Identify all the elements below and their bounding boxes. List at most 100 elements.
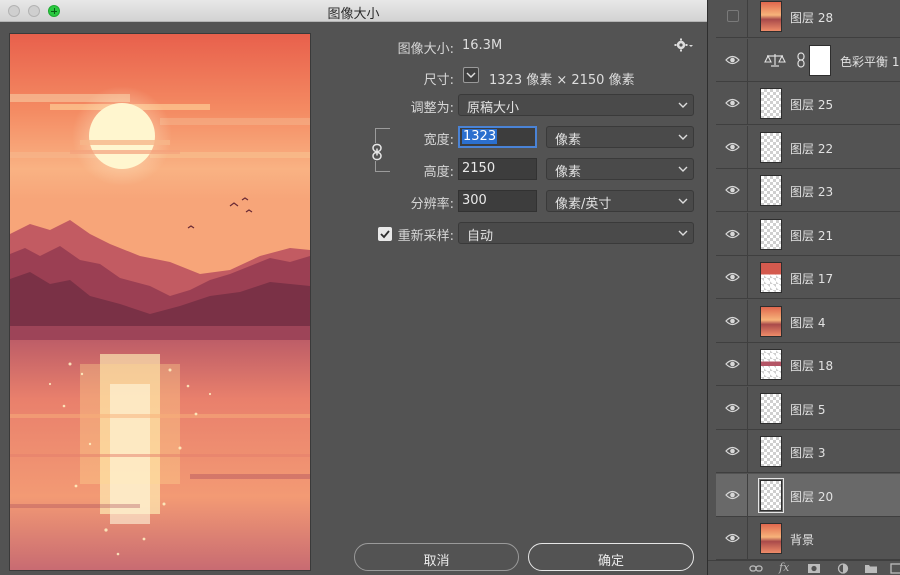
group-folder-icon[interactable] xyxy=(864,563,878,574)
layer-name: 图层 18 xyxy=(790,359,834,373)
ok-button[interactable]: 确定 xyxy=(528,543,694,571)
adjustment-layer-icon[interactable] xyxy=(836,563,850,574)
layer-row[interactable]: 图层 25 xyxy=(716,82,900,125)
new-layer-icon[interactable] xyxy=(890,563,900,574)
layer-thumbnail[interactable] xyxy=(760,131,782,163)
layer-row[interactable]: 图层 4 xyxy=(716,299,900,343)
layer-row[interactable]: 图层 17 xyxy=(716,256,900,299)
visibility-toggle[interactable] xyxy=(716,517,748,560)
image-size-dialog: 图像大小 图像大小: 16.3M 尺寸: 1323 像素 × 2150 像素 调… xyxy=(0,0,707,575)
layer-row[interactable]: 图层 22 xyxy=(716,125,900,169)
visibility-toggle[interactable] xyxy=(716,169,748,212)
height-label: 高度: xyxy=(423,165,454,180)
visibility-toggle[interactable] xyxy=(716,473,748,517)
eye-icon xyxy=(725,533,740,543)
layer-row[interactable]: 图层 23 xyxy=(716,169,900,212)
link-layers-icon[interactable] xyxy=(749,563,763,574)
fit-to-label: 调整为: xyxy=(410,101,454,116)
image-size-value: 16.3M xyxy=(462,38,503,53)
resolution-label: 分辨率: xyxy=(410,197,454,212)
resample-label[interactable]: 重新采样: xyxy=(394,225,454,244)
cancel-button[interactable]: 取消 xyxy=(354,543,519,571)
width-unit-select[interactable]: 像素 xyxy=(546,126,694,148)
chevron-down-icon xyxy=(678,102,688,108)
visibility-toggle[interactable] xyxy=(716,386,748,430)
layer-thumbnail[interactable] xyxy=(760,349,782,380)
layer-mask-thumbnail[interactable] xyxy=(809,44,831,76)
visibility-toggle[interactable] xyxy=(716,343,748,386)
layer-thumbnail[interactable] xyxy=(760,436,782,467)
fx-icon[interactable]: fx xyxy=(779,561,793,574)
fit-to-select[interactable]: 原稿大小 xyxy=(458,94,694,116)
gear-icon[interactable] xyxy=(673,37,693,53)
eye-icon xyxy=(725,98,740,108)
layer-thumbnail[interactable] xyxy=(760,305,782,337)
visibility-toggle[interactable] xyxy=(716,430,748,473)
layer-name: 背景 xyxy=(790,533,815,547)
resolution-unit-select[interactable]: 像素/英寸 xyxy=(546,190,694,212)
dimensions-label: 尺寸: xyxy=(423,73,454,88)
mask-link-icon[interactable] xyxy=(796,51,806,68)
visibility-toggle[interactable] xyxy=(716,256,748,299)
checkmark-icon xyxy=(380,230,390,239)
width-value: 1323 xyxy=(462,129,498,144)
layer-row[interactable]: 图层 3 xyxy=(716,430,900,473)
eye-icon xyxy=(725,229,740,238)
eye-icon xyxy=(725,185,740,195)
layer-name: 图层 25 xyxy=(790,98,834,112)
layer-name: 图层 23 xyxy=(790,185,834,199)
layer-thumbnail[interactable] xyxy=(760,175,782,206)
layer-name: 图层 22 xyxy=(790,141,834,156)
layer-thumbnail[interactable] xyxy=(760,392,782,424)
window-title: 图像大小 xyxy=(327,7,380,22)
layer-row[interactable]: 图层 28 xyxy=(716,0,900,38)
resolution-value: 300 xyxy=(462,193,487,208)
resolution-input[interactable]: 300 xyxy=(458,190,537,212)
visibility-toggle[interactable] xyxy=(716,0,748,38)
layer-row[interactable]: 图层 20 xyxy=(716,473,900,517)
chevron-down-icon xyxy=(678,198,688,204)
chevron-down-icon xyxy=(678,230,688,236)
layer-name: 图层 28 xyxy=(790,11,834,25)
dimensions-dropdown-toggle[interactable] xyxy=(463,67,479,83)
layer-thumbnail[interactable] xyxy=(760,1,782,32)
width-unit-value: 像素 xyxy=(555,133,582,148)
layer-thumbnail[interactable] xyxy=(760,218,782,250)
eye-icon xyxy=(725,359,740,369)
width-label: 宽度: xyxy=(423,133,454,148)
height-input[interactable]: 2150 xyxy=(458,158,537,180)
resample-checkbox[interactable] xyxy=(378,227,392,241)
visibility-toggle[interactable] xyxy=(716,38,748,82)
visibility-toggle[interactable] xyxy=(716,125,748,169)
eye-icon xyxy=(725,55,740,64)
title-bar: 图像大小 xyxy=(0,0,707,22)
resample-select[interactable]: 自动 xyxy=(458,222,694,244)
visibility-toggle[interactable] xyxy=(716,299,748,343)
layer-thumbnail[interactable] xyxy=(760,88,782,119)
layer-thumbnail[interactable] xyxy=(760,262,782,293)
layer-row[interactable]: 图层 5 xyxy=(716,386,900,430)
layer-row[interactable]: 图层 21 xyxy=(716,212,900,256)
visibility-toggle[interactable] xyxy=(716,212,748,256)
sunset-preview-image xyxy=(10,34,310,570)
add-mask-icon[interactable] xyxy=(807,563,821,574)
layers-list: 图层 28 色彩平衡 1 图层 25 图层 22 图层 23 图层 21 图层 17 图层 4… xyxy=(716,0,900,560)
layer-row[interactable]: 图层 18 xyxy=(716,343,900,386)
height-unit-value: 像素 xyxy=(555,165,582,180)
balance-scale-icon xyxy=(764,53,786,67)
height-unit-select[interactable]: 像素 xyxy=(546,158,694,180)
eye-icon xyxy=(725,272,740,282)
layer-row[interactable]: 色彩平衡 1 xyxy=(716,38,900,82)
image-preview[interactable] xyxy=(9,33,311,571)
layer-name: 色彩平衡 1 xyxy=(840,54,900,69)
fit-to-value: 原稿大小 xyxy=(467,101,520,116)
visibility-toggle[interactable] xyxy=(716,82,748,125)
layer-row[interactable]: 背景 xyxy=(716,517,900,560)
eye-icon xyxy=(725,490,740,499)
layer-name: 图层 21 xyxy=(790,228,834,243)
width-input[interactable]: 1323 xyxy=(458,126,537,148)
chevron-down-icon xyxy=(678,134,688,140)
layer-name: 图层 4 xyxy=(790,315,826,330)
layer-thumbnail[interactable] xyxy=(760,523,782,554)
layer-thumbnail[interactable] xyxy=(758,477,784,513)
